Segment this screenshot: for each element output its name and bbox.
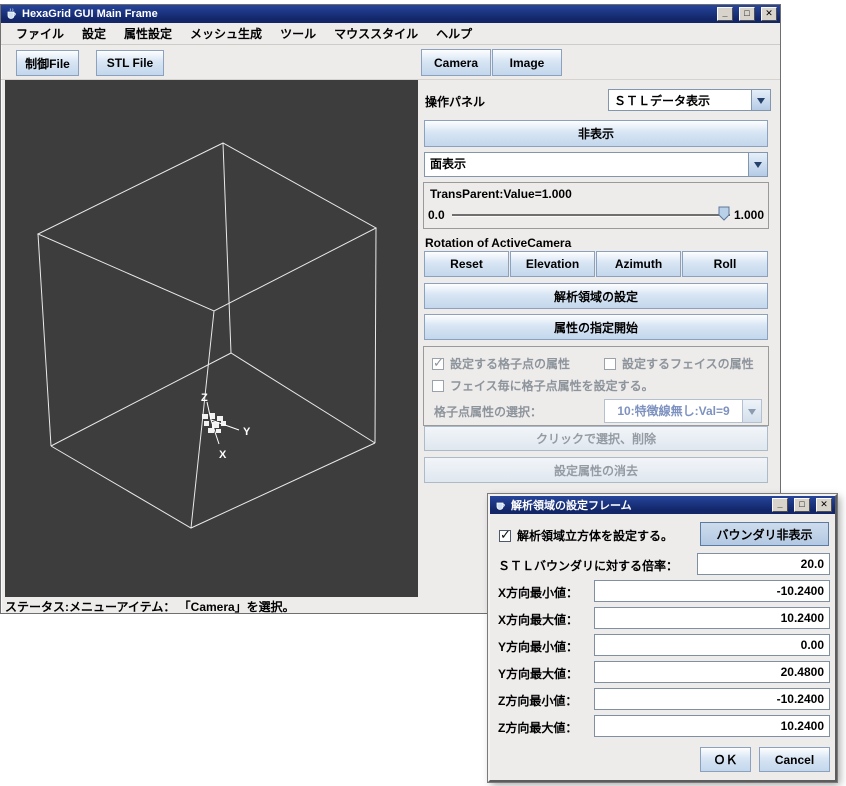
slider-max-label: 1.000 (734, 208, 764, 222)
axis-x-label: X (219, 449, 227, 461)
maximize-icon[interactable]: □ (794, 498, 810, 512)
clear-attribute-button: 設定属性の消去 (424, 457, 768, 483)
y-max-field[interactable] (594, 661, 830, 683)
grid-attr-combo-label: 格子点属性の選択： (434, 403, 542, 420)
checkbox-icon (604, 358, 616, 370)
chevron-down-icon (742, 400, 761, 422)
analysis-region-dialog: 解析領域の設定フレーム _ □ ✕ 解析領域立方体を設定する。 バウンダリ非表示… (488, 494, 837, 782)
display-mode-combobox[interactable]: 面表示 (424, 152, 768, 177)
dialog-icon (493, 498, 507, 512)
display-mode-value: 面表示 (425, 153, 748, 176)
minimize-icon[interactable]: _ (717, 7, 733, 21)
transparency-slider-thumb[interactable] (718, 206, 731, 222)
checkbox-checked-icon (432, 358, 444, 370)
image-tab-button[interactable]: Image (492, 49, 562, 76)
x-max-field[interactable] (594, 607, 830, 629)
menu-item-mesh-generation[interactable]: メッシュ生成 (181, 22, 271, 45)
transparency-slider-track[interactable] (452, 214, 730, 216)
axis-z-label: Z (201, 392, 208, 404)
ok-button[interactable]: ＯＫ (700, 747, 751, 772)
stl-file-button[interactable]: STL File (96, 50, 164, 76)
menu-item-mouse-style[interactable]: マウススタイル (325, 22, 427, 45)
maximize-icon[interactable]: □ (739, 7, 755, 21)
x-min-label: X方向最小値： (498, 584, 578, 601)
camera-tab-button[interactable]: Camera (421, 49, 491, 76)
checkbox-checked-icon[interactable] (499, 530, 511, 542)
main-titlebar[interactable]: HexaGrid GUI Main Frame _ □ ✕ (1, 5, 780, 23)
menu-item-settings[interactable]: 設定 (73, 22, 115, 45)
axis-y-label: Y (243, 426, 251, 438)
menu-item-help[interactable]: ヘルプ (427, 22, 481, 45)
attribute-groupbox: 設定する格子点の属性 設定するフェイスの属性 フェイス毎に格子点属性を設定する。… (423, 346, 769, 426)
transparency-panel: TransParent:Value=1.000 0.0 1.000 (423, 182, 769, 229)
boundary-hide-button[interactable]: バウンダリ非表示 (700, 522, 829, 546)
x-min-field[interactable] (594, 580, 830, 602)
3d-viewport[interactable]: Z Y X (5, 80, 418, 597)
minimize-icon[interactable]: _ (772, 498, 788, 512)
window-title: HexaGrid GUI Main Frame (22, 8, 711, 20)
chevron-down-icon[interactable] (751, 90, 770, 110)
wireframe-cube: Z Y X (5, 80, 418, 597)
cancel-button[interactable]: Cancel (759, 747, 830, 772)
azimuth-button[interactable]: Azimuth (596, 251, 681, 277)
z-max-label: Z方向最大値： (498, 719, 577, 736)
roll-button[interactable]: Roll (682, 251, 768, 277)
attribute-start-button[interactable]: 属性の指定開始 (424, 314, 768, 340)
menu-item-attribute-settings[interactable]: 属性設定 (115, 22, 181, 45)
grid-attr-checkbox: 設定する格子点の属性 (432, 355, 570, 372)
menubar: ファイル 設定 属性設定 メッシュ生成 ツール マウススタイル ヘルプ (1, 23, 780, 45)
face-grid-checkbox: フェイス毎に格子点属性を設定する。 (432, 377, 654, 394)
close-icon[interactable]: ✕ (761, 7, 777, 21)
dialog-title: 解析領域の設定フレーム (511, 497, 766, 513)
scale-label: ＳＴＬバウンダリに対する倍率： (498, 557, 678, 574)
panel-title: 操作パネル (425, 93, 485, 110)
hide-button[interactable]: 非表示 (424, 120, 768, 147)
elevation-button[interactable]: Elevation (510, 251, 595, 277)
face-attr-checkbox: 設定するフェイスの属性 (604, 355, 754, 372)
control-file-button[interactable]: 制御File (16, 50, 79, 76)
menu-item-file[interactable]: ファイル (7, 22, 73, 45)
app-icon (4, 7, 18, 21)
analysis-cube-checkbox[interactable]: 解析領域立方体を設定する。 (499, 527, 673, 544)
grid-attr-combo-value: 10:特徴線無し:Val=9 (605, 400, 742, 422)
y-min-field[interactable] (594, 634, 830, 656)
z-min-label: Z方向最小値： (498, 692, 577, 709)
toolbar: 制御File STL File Camera Image (1, 45, 780, 80)
panel-mode-value: ＳＴＬデータ表示 (609, 90, 751, 110)
y-max-label: Y方向最大値： (498, 665, 578, 682)
click-select-button: クリックで選択、削除 (424, 426, 768, 451)
chevron-down-icon[interactable] (748, 153, 767, 176)
reset-button[interactable]: Reset (424, 251, 509, 277)
grid-attr-combobox: 10:特徴線無し:Val=9 (604, 399, 762, 423)
scale-field[interactable] (697, 553, 830, 575)
rotation-label: Rotation of ActiveCamera (425, 236, 571, 250)
z-min-field[interactable] (594, 688, 830, 710)
slider-min-label: 0.0 (428, 208, 445, 222)
dialog-titlebar[interactable]: 解析領域の設定フレーム _ □ ✕ (490, 496, 835, 514)
x-max-label: X方向最大値： (498, 611, 578, 628)
y-min-label: Y方向最小値： (498, 638, 578, 655)
z-max-field[interactable] (594, 715, 830, 737)
analysis-region-button[interactable]: 解析領域の設定 (424, 283, 768, 309)
transparency-label: TransParent:Value=1.000 (430, 187, 572, 201)
close-icon[interactable]: ✕ (816, 498, 832, 512)
checkbox-icon (432, 380, 444, 392)
menu-item-tools[interactable]: ツール (271, 22, 325, 45)
panel-mode-combobox[interactable]: ＳＴＬデータ表示 (608, 89, 771, 111)
